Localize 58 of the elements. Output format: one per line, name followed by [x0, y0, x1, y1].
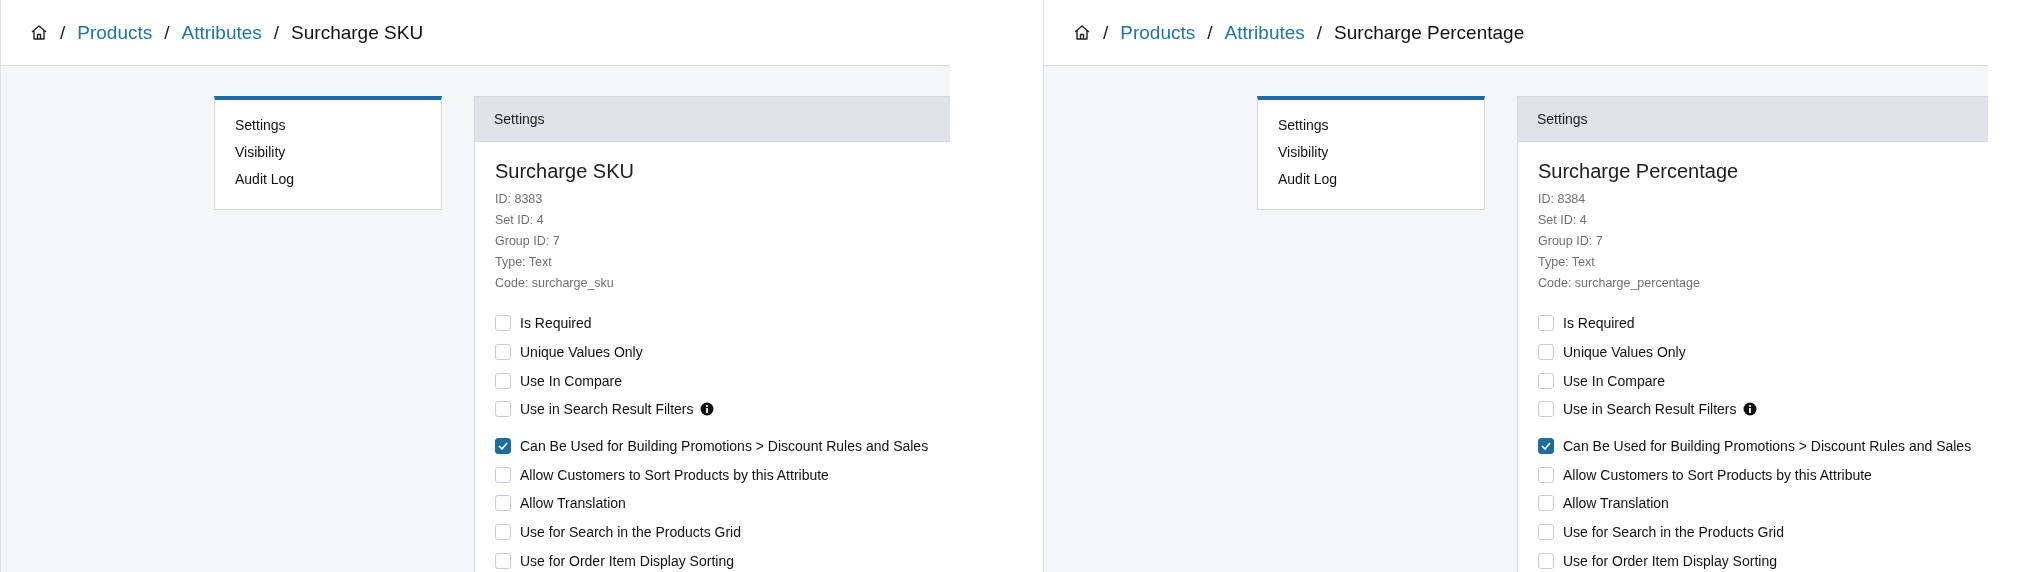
meta-text: Code: surcharge_sku: [495, 275, 615, 292]
checkbox[interactable]: [1538, 438, 1554, 455]
panel-title: Settings: [494, 111, 545, 127]
meta-text: ID: 8384: [1538, 191, 1587, 208]
nav-item[interactable]: Visibility: [235, 144, 286, 160]
nav-item[interactable]: Audit Log: [235, 171, 295, 187]
breadcrumb-separator: /: [1103, 21, 1109, 44]
meta-text: Group ID: 7: [495, 233, 561, 250]
breadcrumb-separator: /: [1316, 21, 1323, 44]
meta-text: ID: 8383: [495, 191, 544, 208]
nav-item[interactable]: Settings: [235, 117, 286, 133]
meta-text: Set ID: 4: [1538, 212, 1588, 229]
checkmark-icon: [498, 442, 508, 451]
attribute-title: Surcharge Percentage: [1538, 160, 1740, 183]
home-icon[interactable]: [30, 24, 48, 41]
checkbox-label[interactable]: Unique Values Only: [520, 344, 643, 361]
meta-text: Type: Text: [495, 254, 553, 271]
checkbox-label[interactable]: Use for Order Item Display Sorting: [520, 552, 734, 569]
meta-text: Set ID: 4: [495, 212, 545, 229]
checkbox-label[interactable]: Can Be Used for Building Promotions > Discount Rules and Sales: [520, 438, 929, 455]
breadcrumb-link[interactable]: Products: [1120, 21, 1196, 44]
meta-text: Type: Text: [1538, 254, 1596, 271]
checkbox-label[interactable]: Allow Customers to Sort Products by this Attribute: [520, 466, 829, 483]
nav-item[interactable]: Visibility: [1278, 144, 1329, 160]
attribute-title: Surcharge SKU: [495, 160, 635, 183]
panel-title: Settings: [1537, 111, 1588, 127]
nav-item[interactable]: Settings: [1278, 117, 1329, 133]
info-icon[interactable]: [1742, 402, 1757, 417]
breadcrumb-current: Surcharge SKU: [291, 21, 424, 44]
checkbox-label[interactable]: Use for Order Item Display Sorting: [1563, 552, 1777, 569]
checkbox-label[interactable]: Allow Translation: [520, 495, 626, 512]
checkbox-label[interactable]: Use in Search Result Filters: [520, 401, 694, 418]
checkbox-label[interactable]: Use for Search in the Products Grid: [1563, 524, 1784, 541]
checkbox-label[interactable]: Use In Compare: [1563, 372, 1665, 389]
checkbox-label[interactable]: Use In Compare: [520, 372, 622, 389]
meta-text: Code: surcharge_percentage: [1538, 275, 1701, 292]
checkbox-label[interactable]: Use in Search Result Filters: [1563, 401, 1737, 418]
checkbox-label[interactable]: Can Be Used for Building Promotions > Discount Rules and Sales: [1563, 438, 1972, 455]
meta-text: Group ID: 7: [1538, 233, 1604, 250]
home-icon[interactable]: [1073, 24, 1091, 41]
breadcrumb-separator: /: [164, 21, 170, 44]
breadcrumb-separator: /: [273, 21, 280, 44]
info-icon[interactable]: [699, 402, 714, 417]
checkmark-icon: [1541, 442, 1551, 451]
checkbox-label[interactable]: Use for Search in the Products Grid: [520, 524, 741, 541]
breadcrumb-link[interactable]: Attributes: [181, 21, 262, 44]
checkbox-label[interactable]: Allow Translation: [1563, 495, 1669, 512]
breadcrumb-separator: /: [1207, 21, 1213, 44]
breadcrumb-link[interactable]: Attributes: [1224, 21, 1305, 44]
checkbox-label[interactable]: Is Required: [520, 315, 592, 332]
nav-item[interactable]: Audit Log: [1278, 171, 1338, 187]
checkbox-label[interactable]: Unique Values Only: [1563, 344, 1686, 361]
breadcrumb-current: Surcharge Percentage: [1334, 21, 1525, 44]
checkbox[interactable]: [495, 438, 511, 455]
breadcrumb-separator: /: [60, 21, 66, 44]
checkbox-label[interactable]: Allow Customers to Sort Products by this Attribute: [1563, 466, 1872, 483]
checkbox-label[interactable]: Is Required: [1563, 315, 1635, 332]
breadcrumb-link[interactable]: Products: [77, 21, 153, 44]
